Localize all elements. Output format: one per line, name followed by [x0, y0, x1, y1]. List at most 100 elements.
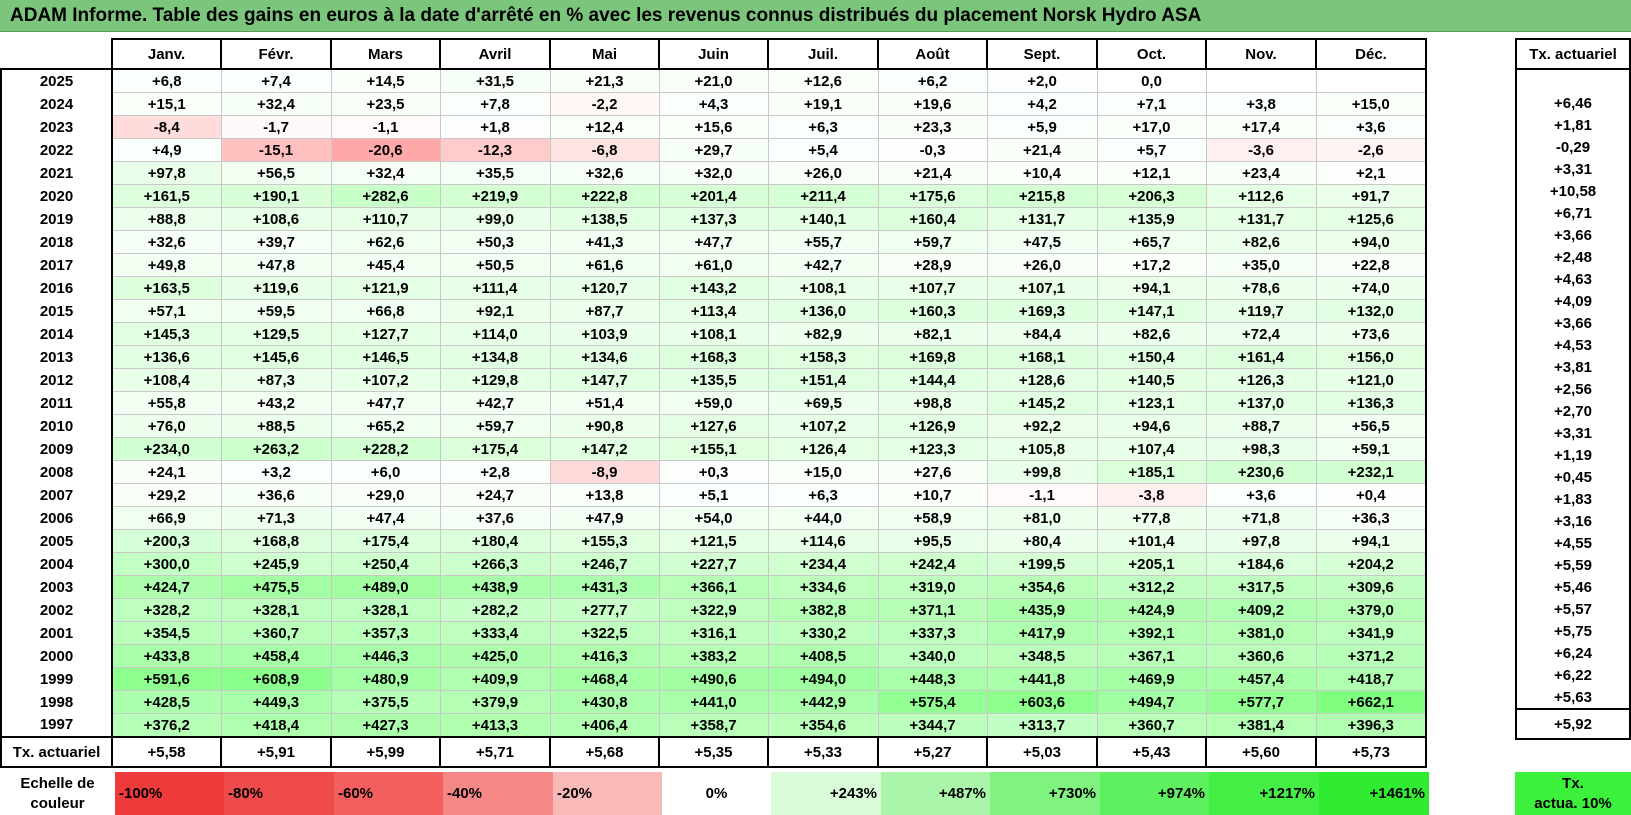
gain-cell: -3,8: [1096, 483, 1207, 507]
gain-cell: +107,4: [1096, 437, 1207, 461]
gain-cell: +99,0: [439, 207, 551, 231]
gain-cell: +424,7: [111, 575, 222, 599]
gain-cell: +427,3: [330, 713, 441, 738]
gain-cell: +21,4: [877, 161, 988, 185]
actuarial-rate-cell: +6,71: [1515, 202, 1631, 224]
gain-cell: +417,9: [986, 621, 1098, 645]
gain-cell: +23,4: [1205, 161, 1317, 185]
gain-cell: +110,7: [330, 207, 441, 231]
gain-cell: +66,9: [111, 506, 222, 530]
color-scale-step: +487%: [881, 772, 990, 815]
gain-cell: +90,8: [549, 414, 660, 438]
table-row: 1999 +591,6 +608,9 +480,9 +409,9 +468,4 +490,6…: [0, 667, 1427, 691]
gain-cell: +603,6: [986, 690, 1098, 714]
gain-cell: +317,5: [1205, 575, 1317, 599]
gain-cell: +129,5: [220, 322, 332, 346]
gain-cell: -2,2: [549, 92, 660, 116]
gain-cell: +366,1: [658, 575, 769, 599]
gain-cell: -0,3: [877, 138, 988, 162]
gain-cell: +47,4: [330, 506, 441, 530]
gain-cell: +127,6: [658, 414, 769, 438]
gain-cell: +132,0: [1315, 299, 1427, 323]
color-scale-step: -60%: [334, 772, 443, 815]
actuarial-rate-cell: +4,55: [1515, 532, 1631, 554]
gain-cell: +168,1: [986, 345, 1098, 369]
gain-cell: +250,4: [330, 552, 441, 576]
gain-cell: +41,3: [549, 230, 660, 254]
gain-cell: +113,4: [658, 299, 769, 323]
gain-cell: +137,0: [1205, 391, 1317, 415]
gain-cell: +32,4: [330, 161, 441, 185]
gain-cell: +56,5: [1315, 414, 1427, 438]
footer-total-rate: +5,92: [1515, 708, 1631, 740]
gain-cell: +376,2: [111, 713, 222, 738]
gain-cell: +160,4: [877, 207, 988, 231]
color-scale-label-line2: couleur: [30, 795, 85, 812]
gain-cell: +47,7: [330, 391, 441, 415]
gain-cell: +140,1: [767, 207, 879, 231]
gain-cell: +98,8: [877, 391, 988, 415]
actuarial-rate-cell: +3,16: [1515, 510, 1631, 532]
gain-cell: +155,3: [549, 529, 660, 553]
actuarial-rate-cell: +5,59: [1515, 554, 1631, 576]
gain-cell: +12,1: [1096, 161, 1207, 185]
gain-cell: +87,7: [549, 299, 660, 323]
table-row: 1997 +376,2 +418,4 +427,3 +413,3 +406,4 +358,7…: [0, 713, 1427, 738]
actuarial-row: +5,57: [1515, 598, 1631, 620]
actuarial-row: +4,53: [1515, 334, 1631, 356]
gain-cell: +69,5: [767, 391, 879, 415]
gain-cell: +108,1: [767, 276, 879, 300]
gain-cell: +6,0: [330, 460, 441, 484]
gain-cell: +98,3: [1205, 437, 1317, 461]
gain-cell: +458,4: [220, 644, 332, 668]
month-header: Mars: [330, 38, 441, 70]
gain-cell: +204,2: [1315, 552, 1427, 576]
gain-cell: +360,7: [220, 621, 332, 645]
gain-cell: +175,4: [439, 437, 551, 461]
gain-cell: +66,8: [330, 299, 441, 323]
table-row: 2004 +300,0 +245,9 +250,4 +266,3 +246,7 +227,7…: [0, 552, 1427, 576]
gain-cell: +312,2: [1096, 575, 1207, 599]
footer-rate-cell: +5,43: [1096, 736, 1207, 768]
gain-cell: +19,1: [767, 92, 879, 116]
gains-table-body: 2025 +6,8 +7,4 +14,5 +31,5 +21,3 +21,0 +12,6 +6,…: [0, 68, 1427, 768]
gain-cell: +10,4: [986, 161, 1098, 185]
gain-cell: +441,0: [658, 690, 769, 714]
gain-cell: +125,6: [1315, 207, 1427, 231]
gain-cell: +242,4: [877, 552, 988, 576]
color-scale-step: +1217%: [1209, 772, 1319, 815]
gain-cell: +234,0: [111, 437, 222, 461]
gain-cell: +134,6: [549, 345, 660, 369]
gain-cell: +334,6: [767, 575, 879, 599]
gain-cell: +313,7: [986, 713, 1098, 738]
table-row: 2021 +97,8 +56,5 +32,4 +35,5 +32,6 +32,0 +26,0 +…: [0, 161, 1427, 185]
gain-cell: +333,4: [439, 621, 551, 645]
actuarial-scale-cell: Tx. actua. 10%: [1515, 772, 1631, 815]
gain-cell: +4,9: [111, 138, 222, 162]
actuarial-row: +2,56: [1515, 378, 1631, 400]
gains-table: Janv. Févr. Mars Avril Mai Juin Juil. Août Sept.…: [0, 38, 1427, 768]
gain-cell: +2,0: [986, 68, 1098, 93]
gain-cell: +277,7: [549, 598, 660, 622]
gain-cell: +169,3: [986, 299, 1098, 323]
gain-cell: +21,0: [658, 68, 769, 93]
gain-cell: +95,5: [877, 529, 988, 553]
gain-cell: +39,7: [220, 230, 332, 254]
gain-cell: +344,7: [877, 713, 988, 738]
gain-cell: +56,5: [220, 161, 332, 185]
gain-cell: +36,3: [1315, 506, 1427, 530]
gain-cell: +608,9: [220, 667, 332, 691]
gain-cell: +3,2: [220, 460, 332, 484]
gain-cell: +62,6: [330, 230, 441, 254]
table-row: 2005 +200,3 +168,8 +175,4 +180,4 +155,3 +121,5…: [0, 529, 1427, 553]
gain-cell: +107,2: [767, 414, 879, 438]
year-cell: 2025: [0, 68, 113, 93]
gain-cell: +145,3: [111, 322, 222, 346]
gain-cell: +26,0: [767, 161, 879, 185]
gain-cell: +438,9: [439, 575, 551, 599]
gain-cell: +108,1: [658, 322, 769, 346]
gain-cell: +322,5: [549, 621, 660, 645]
actuarial-rate-cell: +4,09: [1515, 290, 1631, 312]
table-row: 2023 -8,4 -1,7 -1,1 +1,8 +12,4 +15,6 +6,3 +23,3 +…: [0, 115, 1427, 139]
gain-cell: +24,7: [439, 483, 551, 507]
